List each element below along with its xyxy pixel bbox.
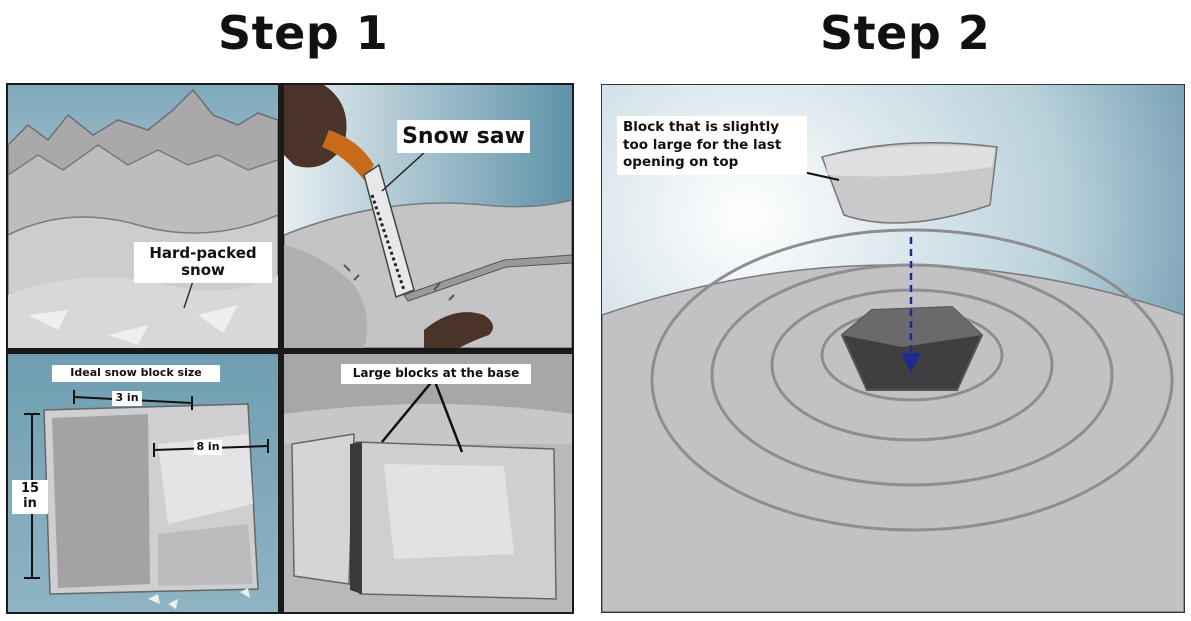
base-blocks-drawing	[284, 354, 572, 612]
large-blocks-label: Large blocks at the base	[341, 364, 531, 384]
snow-saw-panel: Snow saw	[284, 85, 572, 348]
base-blocks-panel: Large blocks at the base	[284, 354, 572, 612]
block-width-label: 3 in	[112, 391, 142, 406]
snow-saw-label: Snow saw	[397, 120, 530, 154]
ideal-block-size-panel: Ideal snow block size 3 in 8 in 15 in	[8, 354, 278, 612]
step-2-title: Step 2	[820, 6, 991, 60]
hard-packed-snow-panel: Hard-packed snow	[8, 85, 278, 348]
step-2-illustration: Block that is slightly too large for the…	[601, 84, 1185, 613]
mountain-scene-drawing	[8, 85, 278, 348]
block-depth-label: 8 in	[194, 440, 222, 455]
last-block-label: Block that is slightly too large for the…	[617, 116, 807, 175]
step-1-title: Step 1	[218, 6, 389, 60]
hard-packed-snow-label: Hard-packed snow	[134, 242, 272, 283]
block-height-label: 15 in	[12, 480, 48, 514]
ideal-block-size-title: Ideal snow block size	[52, 365, 220, 382]
step-1-illustration: Hard-packed snow Snow saw Ideal snow blo…	[6, 83, 574, 614]
snow-block-drawing	[8, 354, 278, 612]
